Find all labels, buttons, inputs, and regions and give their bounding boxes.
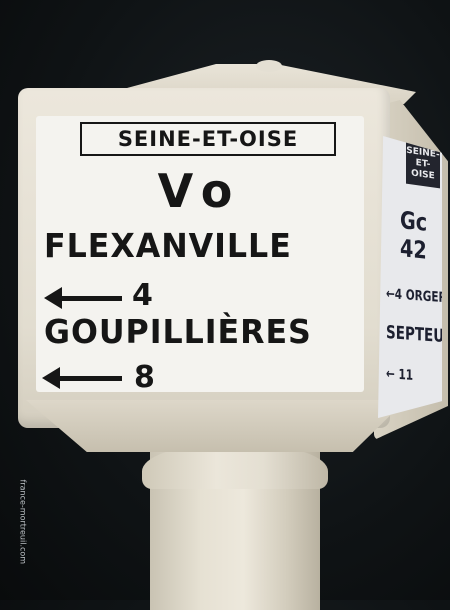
milestone-knob bbox=[256, 60, 282, 72]
side-destination-line: ← 11 bbox=[386, 366, 414, 384]
destination-distance: 8 bbox=[134, 360, 155, 395]
front-sign-plate: SEINE-ET-OISE Vo FLEXANVILLE 4 GOUPILLIÈ… bbox=[36, 116, 364, 395]
arrow-left-icon bbox=[42, 367, 122, 389]
destination-distance: 4 bbox=[132, 278, 153, 313]
milestone-underside bbox=[26, 400, 406, 452]
front-road-number: Vo bbox=[157, 164, 243, 218]
side-road-number: Gc 42 bbox=[400, 206, 428, 265]
destination-name: FLEXANVILLE bbox=[44, 226, 292, 265]
side-destination-line: ←4 ORGERUS bbox=[386, 286, 450, 308]
side-sign-plate: SEINE-ET-OISE Gc 42 ←4 ORGERUS SEPTEUIL … bbox=[378, 136, 442, 418]
front-department-banner: SEINE-ET-OISE bbox=[80, 122, 336, 156]
arrow-left-icon bbox=[44, 287, 122, 309]
photo-scene: SEINE-ET-OISE Vo FLEXANVILLE 4 GOUPILLIÈ… bbox=[0, 0, 450, 610]
side-destination-line: SEPTEUIL bbox=[386, 322, 450, 349]
destination-name: GOUPILLIÈRES bbox=[44, 312, 312, 351]
watermark-text: france-mortreuil.com bbox=[18, 479, 28, 565]
